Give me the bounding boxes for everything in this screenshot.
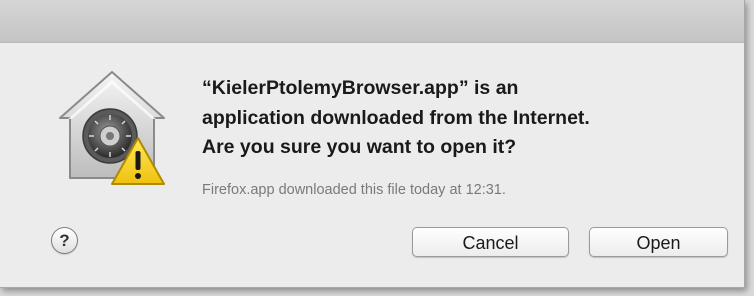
alert-message-line: “KielerPtolemyBrowser.app” is an <box>202 77 519 99</box>
dialog-titlebar <box>0 0 744 43</box>
open-button[interactable]: Open <box>589 227 728 257</box>
help-button[interactable]: ? <box>51 227 78 254</box>
alert-message-line: Are you sure you want to open it? <box>202 136 517 158</box>
gatekeeper-warning-icon <box>52 68 172 188</box>
download-info-text: Firefox.app downloaded this file today a… <box>202 182 506 198</box>
alert-message-line: application downloaded from the Internet… <box>202 106 590 129</box>
alert-message: “KielerPtolemyBrowser.app” is an applica… <box>202 74 712 163</box>
cancel-button[interactable]: Cancel <box>412 227 569 257</box>
security-alert-dialog: “KielerPtolemyBrowser.app” is an applica… <box>0 0 745 288</box>
